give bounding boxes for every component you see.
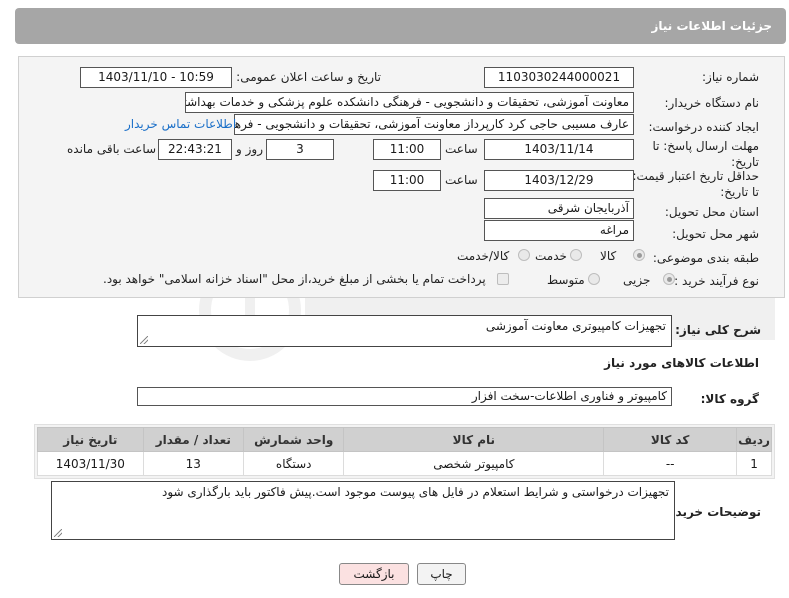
validity-time-field[interactable]: 11:00 [373,170,441,191]
treasury-payment-checkbox[interactable] [497,273,509,285]
page-header: جزئیات اطلاعات نیاز [15,8,786,44]
goods-table: تاریخ نیاز تعداد / مقدار واحد شمارش نام … [37,427,772,476]
process-radio-minor[interactable] [663,273,675,285]
category-radio-goods[interactable] [633,249,645,261]
process-radio-medium[interactable] [588,273,600,285]
remaining-time-label: ساعت باقی مانده [67,142,157,156]
announce-date-label: تاریخ و ساعت اعلان عمومی: [236,70,381,84]
price-validity-label: حداقل تاریخ اعتبار قیمت: تا تاریخ: [632,169,759,199]
city-field[interactable]: مراغه [484,220,634,241]
province-label: استان محل تحویل: [664,205,759,219]
treasury-payment-note: پرداخت تمام یا بخشی از مبلغ خرید،از محل … [103,272,486,286]
col-header-unit: واحد شمارش [242,427,345,452]
col-header-goods-name: نام کالا [343,427,605,452]
buyer-org-label: نام دستگاه خریدار: [664,96,760,110]
print-button[interactable]: چاپ [417,563,466,585]
goods-group-field[interactable]: کامپیوتر و فناوری اطلاعات-سخت افزار [137,387,672,406]
requester-label: ایجاد کننده درخواست: [648,120,759,134]
deadline-date-field[interactable]: 1403/11/14 [484,139,634,160]
category-option-both: کالا/خدمت [457,249,510,263]
col-header-quantity: تعداد / مقدار [142,427,244,452]
city-label: شهر محل تحویل: [672,227,759,241]
buyer-notes-text: تجهیزات درخواستی و شرایط استعلام در فایل… [161,485,669,499]
announce-date-field[interactable]: 1403/11/10 - 10:59 [80,67,232,88]
table-row: 1403/11/30 13 دستگاه کامپیوتر شخصی -- 1 [37,451,772,476]
category-label: طبقه بندی موضوعی: [652,251,759,265]
col-header-row-number: ردیف [736,427,772,452]
cell-quantity: 13 [142,451,244,476]
back-button[interactable]: بازگشت [339,563,409,585]
days-label: روز و [236,142,263,156]
process-option-medium: متوسط [547,273,585,287]
page-title: جزئیات اطلاعات نیاز [651,19,772,33]
deadline-time-field[interactable]: 11:00 [373,139,441,160]
category-option-goods: کالا [600,249,617,263]
goods-table-header-row: تاریخ نیاز تعداد / مقدار واحد شمارش نام … [37,427,772,452]
goods-info-title: اطلاعات کالاهای مورد نیاز [604,356,759,370]
cell-unit: دستگاه [242,451,345,476]
category-radio-both[interactable] [518,249,530,261]
buyer-contact-link[interactable]: اطلاعات تماس خریدار [125,117,236,131]
province-field[interactable]: آذربایجان شرقی [484,198,634,219]
summary-textarea[interactable]: تجهیزات کامپیوتری معاونت آموزشی [137,315,672,347]
buyer-notes-textarea[interactable]: تجهیزات درخواستی و شرایط استعلام در فایل… [51,481,675,540]
cell-goods-code: -- [603,451,738,476]
resize-handle-icon[interactable] [140,336,148,344]
cell-goods-name: کامپیوتر شخصی [343,451,605,476]
need-number-field[interactable]: 1103030244000021 [484,67,634,88]
buyer-org-field[interactable]: معاونت آموزشی، تحقیقات و دانشجویی - فرهن… [185,92,634,113]
summary-text: تجهیزات کامپیوتری معاونت آموزشی [485,319,666,333]
goods-table-container: تاریخ نیاز تعداد / مقدار واحد شمارش نام … [34,424,775,479]
validity-time-label: ساعت [445,173,478,187]
cell-need-date: 1403/11/30 [37,451,144,476]
validity-date-field[interactable]: 1403/12/29 [484,170,634,191]
goods-group-label: گروه کالا: [700,392,759,406]
col-header-goods-code: کد کالا [603,427,738,452]
process-option-minor: جزیی [623,273,651,287]
days-field[interactable]: 3 [266,139,334,160]
cell-row-number: 1 [736,451,772,476]
process-type-label: نوع فرآیند خرید : [674,274,759,288]
resize-handle-icon[interactable] [54,529,62,537]
summary-label: شرح کلی نیاز: [675,323,761,337]
need-number-label: شماره نیاز: [702,70,759,84]
requester-field[interactable]: عارف مسیبی حاجی کرد کارپرداز معاونت آموز… [234,114,634,135]
col-header-need-date: تاریخ نیاز [37,427,144,452]
deadline-label: مهلت ارسال پاسخ: تا تاریخ: [652,139,759,169]
category-option-service: خدمت [535,249,567,263]
category-radio-service[interactable] [570,249,582,261]
deadline-time-label: ساعت [445,142,478,156]
remaining-time-field[interactable]: 22:43:21 [158,139,232,160]
